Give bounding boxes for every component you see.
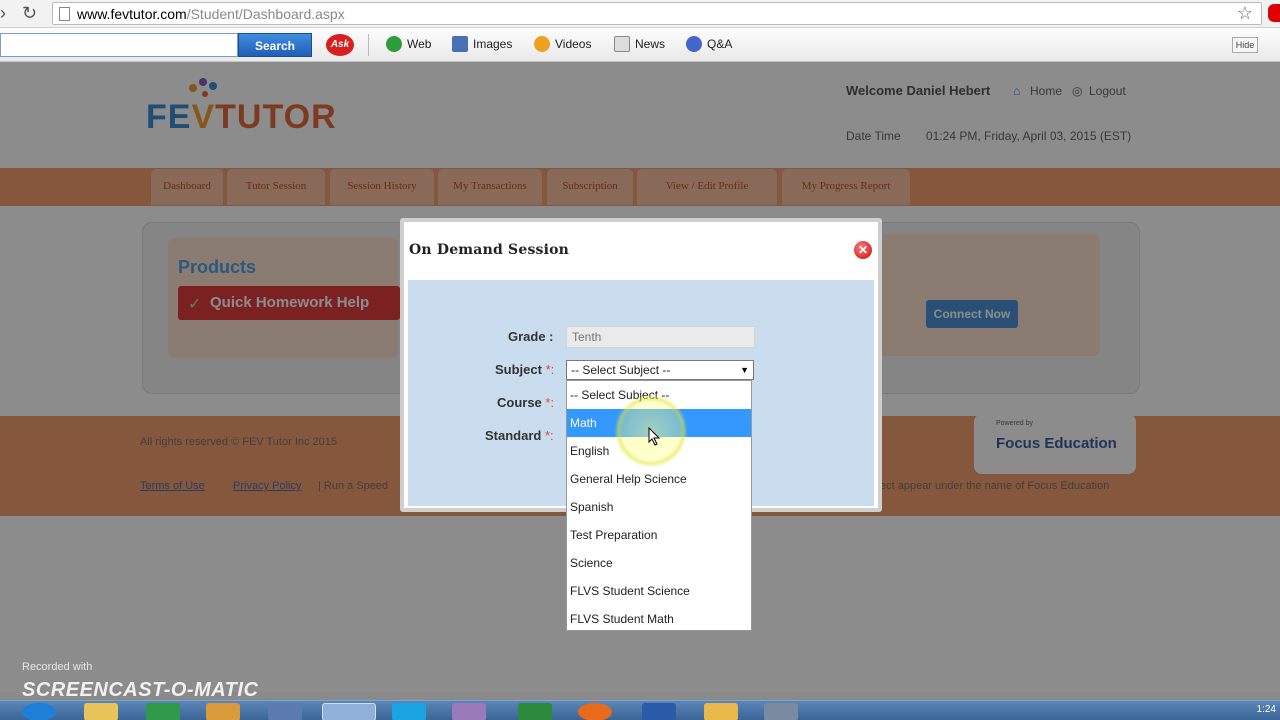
word-icon[interactable]	[642, 703, 676, 720]
course-label-text: Course	[497, 395, 542, 410]
bookmark-star-icon[interactable]: ☆	[1237, 3, 1253, 24]
toolbar-images-label: Images	[473, 37, 513, 51]
browser-menu-icon[interactable]	[1268, 4, 1280, 22]
ie-icon[interactable]	[22, 703, 56, 720]
subject-option[interactable]: Science	[567, 549, 751, 577]
toolbar-news-label: News	[635, 37, 666, 51]
standard-label: Standard *:	[485, 428, 554, 443]
course-label: Course *:	[497, 395, 554, 410]
dropdown-arrow-icon: ▼	[740, 365, 749, 375]
toolbar-hide-button[interactable]: Hide	[1232, 37, 1258, 53]
app-icon[interactable]	[146, 703, 180, 720]
subject-label: Subject *:	[495, 362, 554, 377]
toolbar-search-button[interactable]: Search	[238, 33, 312, 57]
url-path: /Student/Dashboard.aspx	[186, 6, 345, 22]
reload-icon[interactable]: ↻	[22, 3, 37, 24]
toolbar-qa[interactable]: Q&A	[686, 36, 732, 52]
web-globe-icon	[386, 36, 402, 52]
toolbar-divider	[368, 34, 369, 56]
toolbar-qa-label: Q&A	[707, 37, 733, 51]
mail-icon[interactable]	[704, 703, 738, 720]
app-icon[interactable]	[452, 703, 486, 720]
toolbar-images[interactable]: Images	[452, 36, 512, 52]
subject-option[interactable]: FLVS Student Science	[567, 577, 751, 605]
address-bar: › ↻ www.fevtutor.com/Student/Dashboard.a…	[0, 0, 1280, 28]
subject-option[interactable]: Test Preparation	[567, 521, 751, 549]
subject-option[interactable]: General Help Science	[567, 465, 751, 493]
screencast-o-matic-logo: SCREENCAST-O-MATIC	[22, 679, 259, 701]
subject-required-mark: *:	[545, 362, 555, 377]
subject-option[interactable]: Spanish	[567, 493, 751, 521]
mouse-cursor-icon	[648, 427, 661, 446]
app-icon[interactable]	[764, 703, 798, 720]
toolbar-web[interactable]: Web	[386, 36, 431, 52]
recorded-with-text: Recorded with	[22, 661, 93, 673]
standard-label-text: Standard	[485, 428, 542, 443]
app-icon[interactable]	[268, 703, 302, 720]
toolbar-news[interactable]: News	[614, 36, 665, 52]
subject-select[interactable]: -- Select Subject -- ▼	[566, 360, 754, 380]
news-icon	[614, 36, 630, 52]
toolbar-web-label: Web	[407, 37, 432, 51]
toolbar-videos-label: Videos	[555, 37, 592, 51]
firefox-icon[interactable]	[578, 703, 612, 720]
course-required-mark: *:	[545, 395, 555, 410]
subject-label-text: Subject	[495, 362, 542, 377]
skype-icon[interactable]	[392, 703, 426, 720]
page-icon	[59, 7, 70, 21]
ask-logo-icon[interactable]: Ask	[326, 34, 354, 56]
standard-required-mark: *:	[544, 428, 554, 443]
ask-toolbar: Search Ask Web Images Videos News Q&A Hi…	[0, 28, 1280, 62]
grade-field: Tenth	[566, 326, 755, 348]
close-icon[interactable]: ✕	[854, 241, 872, 259]
url-field[interactable]: www.fevtutor.com/Student/Dashboard.aspx …	[52, 2, 1262, 25]
back-arrow-icon[interactable]: ›	[0, 3, 6, 24]
chrome-icon[interactable]	[322, 703, 376, 720]
folder-icon[interactable]	[84, 703, 118, 720]
url-host: www.fevtutor.com	[77, 6, 187, 22]
url-text: www.fevtutor.com/Student/Dashboard.aspx	[77, 6, 345, 22]
subject-option[interactable]: FLVS Student Math	[567, 605, 751, 633]
app-icon[interactable]	[206, 703, 240, 720]
videos-icon	[534, 36, 550, 52]
subject-select-value: -- Select Subject --	[571, 363, 671, 377]
grade-label: Grade :	[508, 329, 554, 344]
dialog-title: On Demand Session	[409, 242, 570, 258]
images-icon	[452, 36, 468, 52]
toolbar-search-input[interactable]	[0, 33, 238, 57]
excel-icon[interactable]	[518, 703, 552, 720]
windows-taskbar: 1:24	[0, 700, 1280, 720]
taskbar-clock[interactable]: 1:24	[1257, 704, 1276, 715]
toolbar-videos[interactable]: Videos	[534, 36, 591, 52]
qa-icon	[686, 36, 702, 52]
